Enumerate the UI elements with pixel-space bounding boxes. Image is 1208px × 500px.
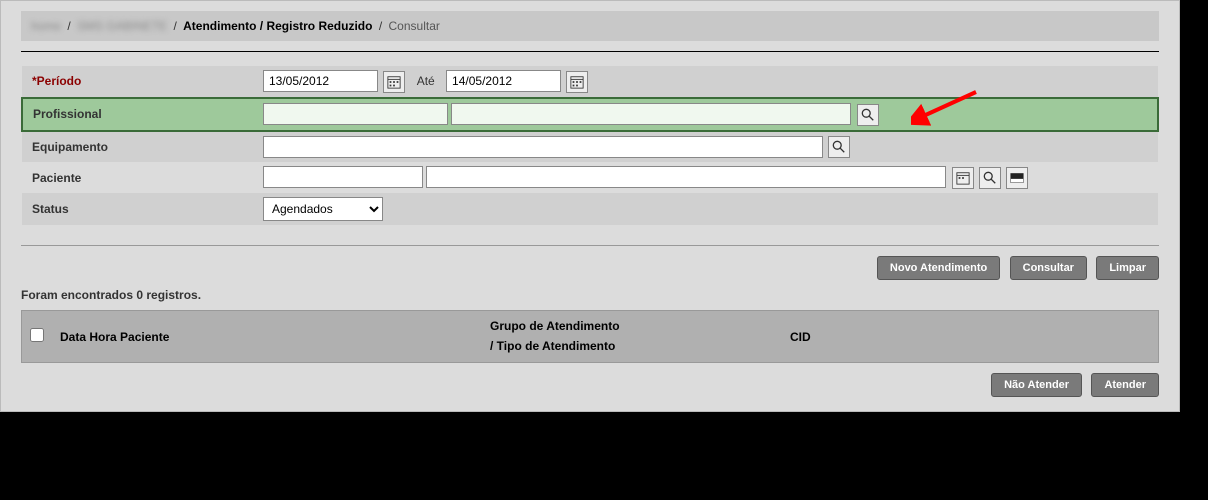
header-tipo-atendimento: / Tipo de Atendimento bbox=[490, 337, 790, 356]
paciente-label: Paciente bbox=[22, 162, 257, 193]
breadcrumb-item-3[interactable]: Atendimento / Registro Reduzido bbox=[183, 19, 372, 33]
paciente-name-input[interactable] bbox=[426, 166, 946, 188]
periodo-label: *Período bbox=[32, 74, 81, 88]
divider-mid bbox=[21, 245, 1159, 246]
header-grupo-atendimento: Grupo de Atendimento bbox=[490, 317, 790, 336]
header-cid: CID bbox=[790, 330, 990, 344]
card-icon-paciente[interactable] bbox=[1006, 167, 1028, 189]
periodo-to-input[interactable] bbox=[446, 70, 561, 92]
breadcrumb-item-4: Consultar bbox=[389, 19, 440, 33]
breadcrumb-item-2[interactable]: SMS GABINETE bbox=[77, 19, 167, 33]
equipamento-input[interactable] bbox=[263, 136, 823, 158]
profissional-label: Profissional bbox=[22, 98, 257, 131]
calendar-icon-to[interactable] bbox=[566, 71, 588, 93]
nao-atender-button[interactable]: Não Atender bbox=[991, 373, 1082, 397]
limpar-button[interactable]: Limpar bbox=[1096, 256, 1159, 280]
status-label: Status bbox=[22, 193, 257, 225]
novo-atendimento-button[interactable]: Novo Atendimento bbox=[877, 256, 1000, 280]
breadcrumb-item-1[interactable]: home bbox=[31, 19, 61, 33]
filter-form: *Período Até Profissional bbox=[21, 66, 1159, 225]
search-icon-paciente[interactable] bbox=[979, 167, 1001, 189]
consultar-button[interactable]: Consultar bbox=[1010, 256, 1087, 280]
profissional-code-input[interactable] bbox=[263, 103, 448, 125]
ate-label: Até bbox=[417, 74, 435, 88]
action-row-bottom: Não Atender Atender bbox=[21, 373, 1159, 397]
results-count-label: Foram encontrados 0 registros. bbox=[21, 288, 1159, 302]
atender-button[interactable]: Atender bbox=[1091, 373, 1159, 397]
breadcrumb: home / SMS GABINETE / Atendimento / Regi… bbox=[21, 11, 1159, 41]
header-data-hora-paciente: Data Hora Paciente bbox=[60, 330, 490, 344]
search-icon-profissional[interactable] bbox=[857, 104, 879, 126]
periodo-from-input[interactable] bbox=[263, 70, 378, 92]
search-icon-equipamento[interactable] bbox=[828, 136, 850, 158]
profissional-name-input[interactable] bbox=[451, 103, 851, 125]
equipamento-label: Equipamento bbox=[22, 131, 257, 163]
calendar-icon-paciente[interactable] bbox=[952, 167, 974, 189]
results-table-header: Data Hora Paciente Grupo de Atendimento … bbox=[21, 310, 1159, 362]
action-row-top: Novo Atendimento Consultar Limpar bbox=[21, 256, 1159, 280]
divider-top bbox=[21, 51, 1159, 52]
calendar-icon-from[interactable] bbox=[383, 71, 405, 93]
paciente-code-input[interactable] bbox=[263, 166, 423, 188]
status-select[interactable]: Agendados bbox=[263, 197, 383, 221]
select-all-checkbox[interactable] bbox=[30, 328, 44, 342]
